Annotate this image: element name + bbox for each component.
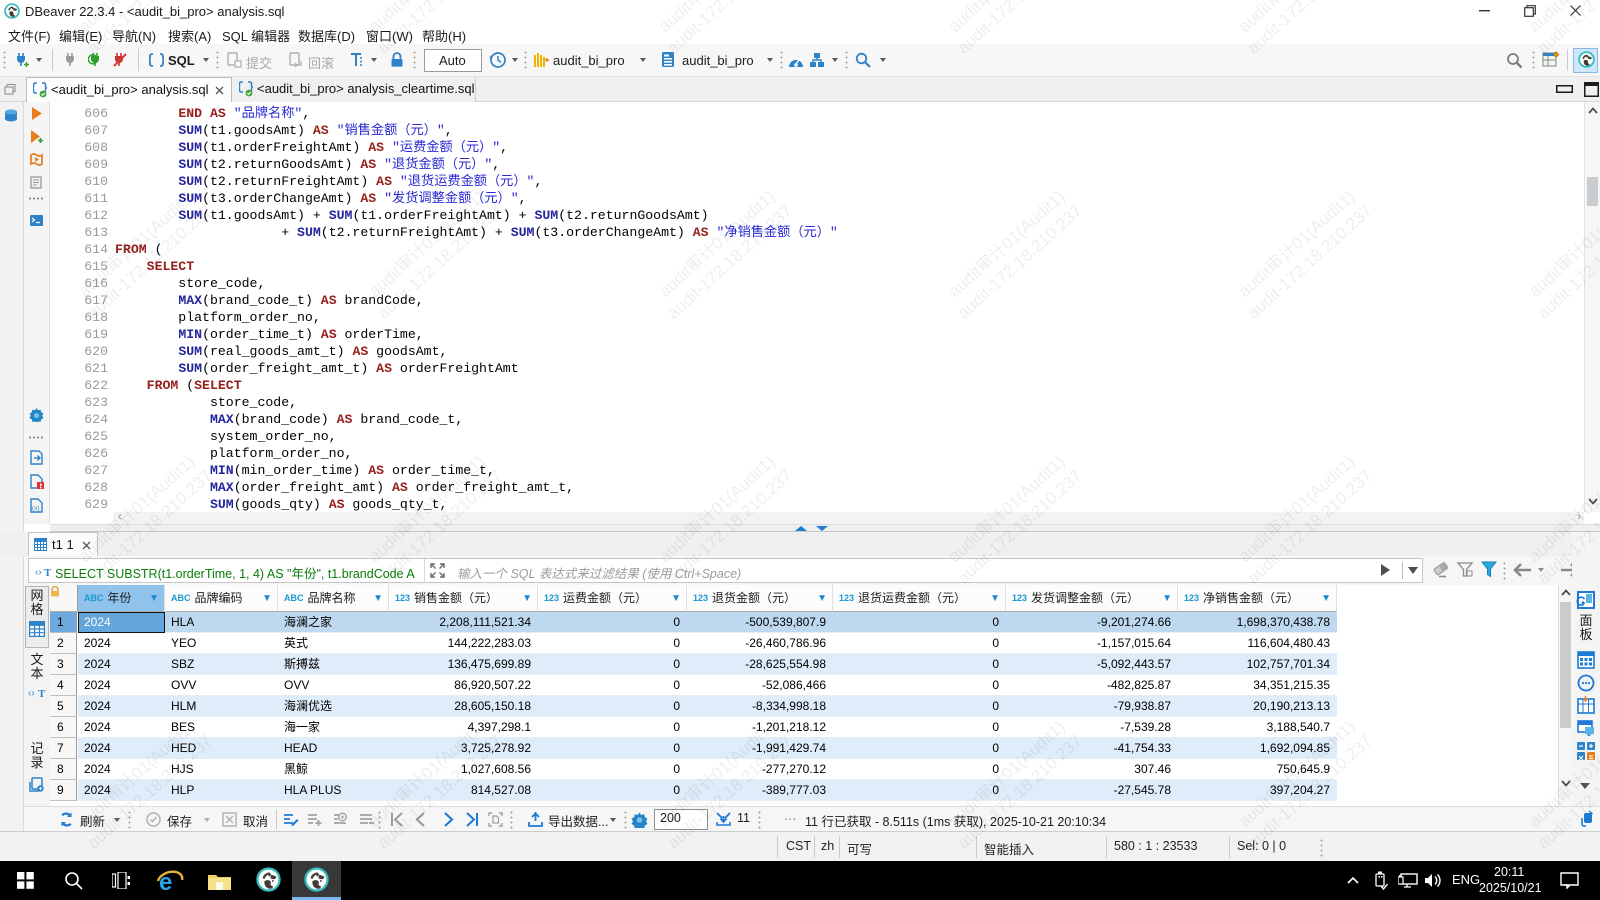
svg-text:T: T	[38, 688, 46, 700]
svg-text:‹›: ‹›	[28, 688, 35, 699]
svg-text:T: T	[44, 567, 51, 578]
svg-text:(x): (x)	[32, 505, 40, 512]
svg-text:‹›: ‹›	[35, 567, 42, 578]
